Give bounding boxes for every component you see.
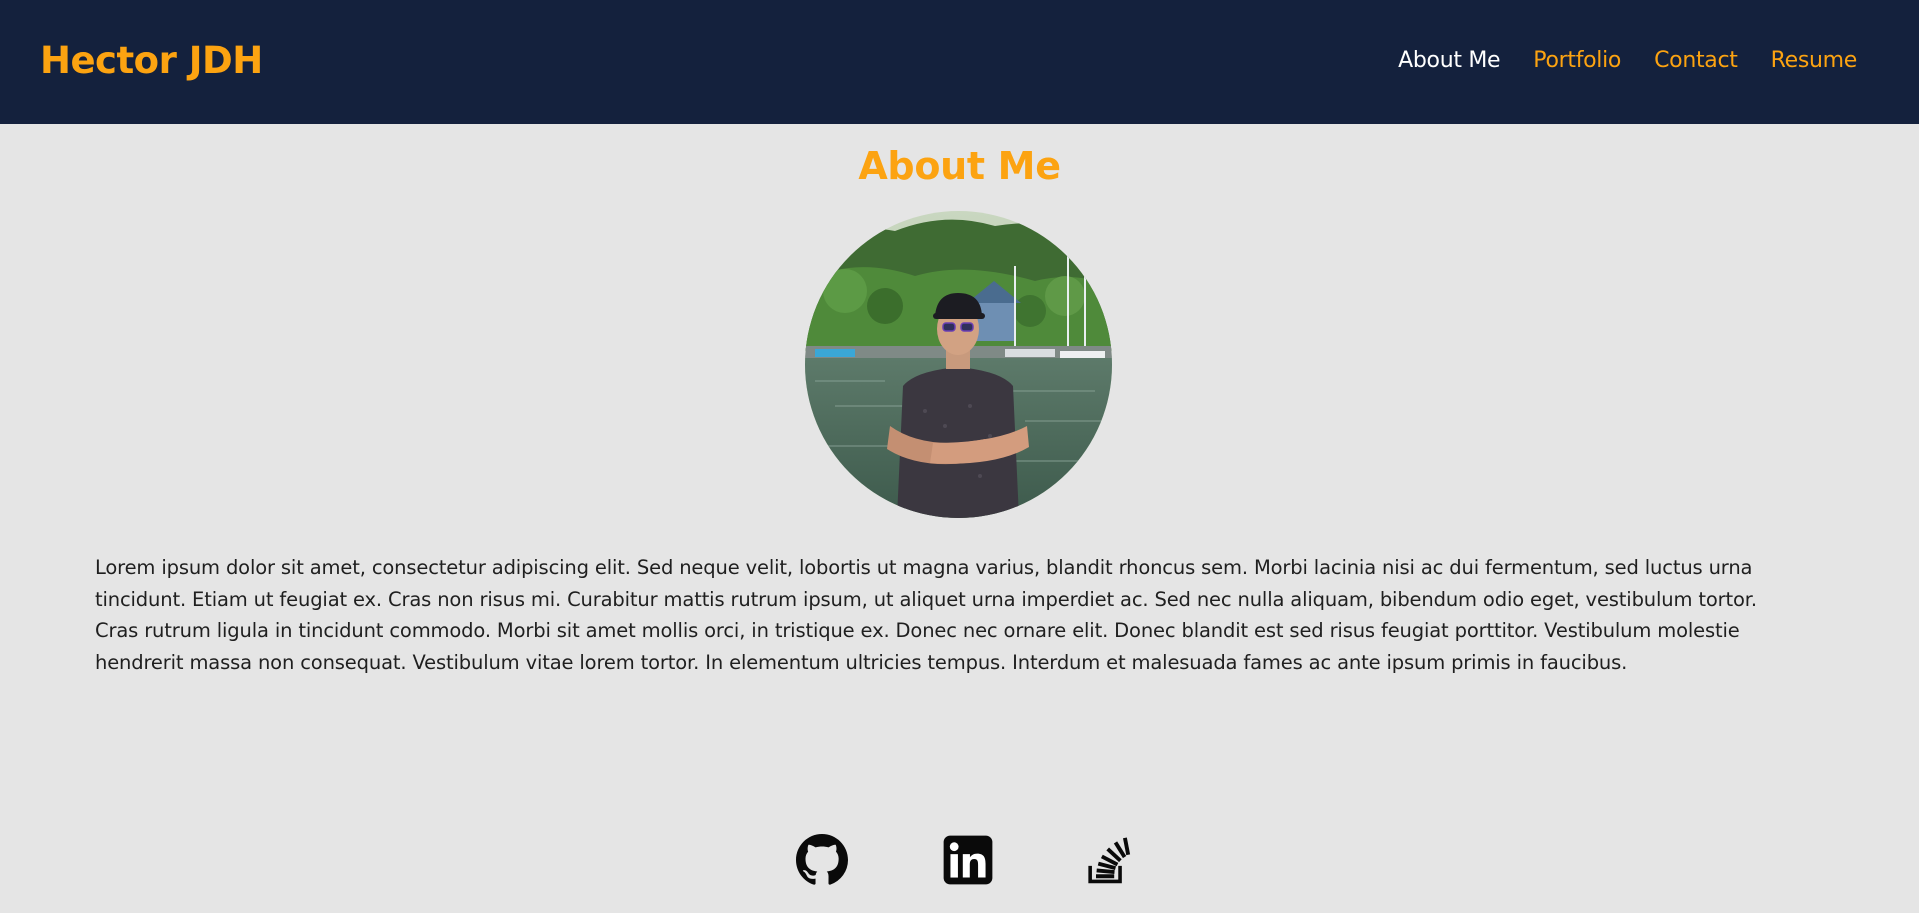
nav-portfolio[interactable]: Portfolio (1533, 44, 1621, 78)
github-icon (796, 834, 848, 885)
brand-logo-link[interactable]: Hector JDH (40, 36, 263, 86)
github-link[interactable] (796, 834, 848, 886)
profile-photo-image (805, 211, 1112, 518)
main-nav: About Me Portfolio Contact Resume (1398, 44, 1857, 78)
stackoverflow-icon (1088, 837, 1131, 884)
about-bio-text: Lorem ipsum dolor sit amet, consectetur … (95, 556, 1757, 674)
nav-about-me[interactable]: About Me (1398, 44, 1500, 78)
social-links (0, 834, 1919, 886)
stackoverflow-link[interactable] (1083, 834, 1135, 886)
nav-contact[interactable]: Contact (1654, 44, 1738, 78)
linkedin-link[interactable] (942, 834, 994, 886)
profile-photo (805, 211, 1112, 518)
linkedin-icon (943, 835, 993, 885)
page-title: About Me (858, 144, 1061, 188)
site-header: Hector JDH About Me Portfolio Contact Re… (0, 0, 1919, 124)
nav-resume[interactable]: Resume (1771, 44, 1858, 78)
